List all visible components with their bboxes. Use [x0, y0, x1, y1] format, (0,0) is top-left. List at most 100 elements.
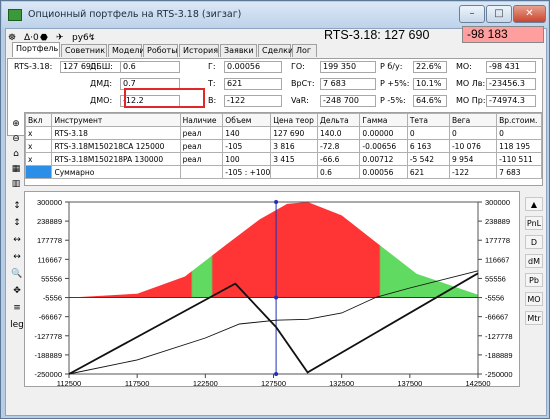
- left-tool-bottom-0[interactable]: ↕: [10, 201, 24, 211]
- left-tool-top-1[interactable]: ⊖: [10, 134, 22, 144]
- y-tick-label-right: -250000: [485, 370, 513, 379]
- maximize-button[interactable]: □: [486, 5, 512, 23]
- table-cell: 118 195: [496, 139, 542, 153]
- table-cell: 621: [406, 165, 450, 179]
- left-tool-top-2[interactable]: ⌂: [10, 149, 22, 159]
- right-button-3[interactable]: dM: [525, 254, 543, 268]
- tab-0[interactable]: Портфель: [12, 42, 60, 57]
- col-header-3[interactable]: Объем: [222, 113, 272, 127]
- left-toolbar-top: ⊕ ⊖ ⌂ ▦ ▥: [7, 119, 24, 189]
- field-label-9: P б/у:: [380, 62, 403, 71]
- table-row[interactable]: x RTS-3.18M150218CA 125000 реал -105 3 816 -7…: [24, 139, 542, 153]
- right-button-5[interactable]: MO: [525, 292, 543, 306]
- table-cell: реал: [179, 139, 224, 153]
- app-window: Опционный портфель на RTS-3.18 (зигзаг) …: [0, 0, 550, 419]
- table-row[interactable]: x RTS-3.18 реал 140 127 690 140.0 0.00000 0 0 0: [24, 126, 542, 140]
- right-button-2[interactable]: D: [525, 235, 543, 249]
- x-tick-label: 132500: [329, 379, 354, 388]
- minimize-button[interactable]: –: [459, 5, 485, 23]
- table-cell: x: [24, 152, 53, 166]
- table-cell: 3 816: [270, 139, 319, 153]
- highlight-box: [124, 88, 205, 108]
- instrument-price: RTS-3.18: 127 690: [324, 28, 430, 42]
- left-tool-bottom-7[interactable]: leg: [10, 320, 24, 330]
- y-tick-label-left: 55556: [41, 274, 62, 283]
- field-value-14: -74974.3: [486, 95, 536, 107]
- table-cell: 6 163: [406, 139, 450, 153]
- table-cell: -0.00656: [359, 139, 408, 153]
- close-button[interactable]: ✕: [513, 5, 546, 23]
- right-button-4[interactable]: Pb: [525, 273, 543, 287]
- field-label-11: P -5%:: [380, 96, 406, 105]
- app-icon: [8, 9, 22, 21]
- table-row[interactable]: x RTS-3.18M150218PA 130000 реал 100 3 415 -66…: [24, 152, 542, 166]
- y-tick-label-right: 300000: [485, 198, 510, 207]
- table-cell: RTS-3.18M150218PA 130000: [51, 152, 181, 166]
- table-cell: 0: [496, 126, 542, 140]
- tab-1[interactable]: Советник: [61, 44, 107, 57]
- toolbar-item-4[interactable]: ру6: [72, 31, 89, 45]
- col-header-6[interactable]: Гамма: [359, 113, 408, 127]
- field-value-12: -98 431: [486, 61, 536, 73]
- y-tick-label-right: 238889: [485, 217, 510, 226]
- tab-3[interactable]: Роботы: [143, 44, 178, 57]
- col-header-0[interactable]: Вкл: [24, 113, 53, 127]
- y-tick-label-left: -66667: [39, 313, 62, 322]
- field-label-5: В:: [208, 96, 217, 105]
- y-tick-label-left: -250000: [34, 370, 62, 379]
- crosshair-marker: [274, 372, 279, 376]
- field-label-2: ДМО:: [90, 96, 113, 105]
- left-tool-top-0[interactable]: ⊕: [10, 119, 22, 129]
- tab-6[interactable]: Сделки: [258, 44, 293, 57]
- tab-5[interactable]: Заявки: [220, 44, 257, 57]
- tab-7[interactable]: Лог: [292, 44, 317, 57]
- col-header-8[interactable]: Вега: [448, 113, 498, 127]
- underlying-label: RTS-3.18:: [14, 62, 53, 71]
- field-value-8: -248 700: [320, 95, 376, 107]
- table-row[interactable]: Суммарно -105 : +100 0.6 0.00056 621 -122 7 68…: [24, 165, 542, 179]
- right-button-0[interactable]: ▲: [525, 197, 543, 211]
- field-label-12: МО:: [456, 62, 472, 71]
- tab-2[interactable]: Модели: [108, 44, 145, 57]
- left-tool-bottom-6[interactable]: ≡: [10, 303, 24, 313]
- payoff-chart: 300000 300000 238889 238889 177778 177778 1166…: [24, 191, 520, 388]
- y-tick-label-left: 116667: [38, 255, 62, 264]
- left-tool-bottom-5[interactable]: ✥: [10, 286, 24, 296]
- table-cell: -72.8: [317, 139, 361, 153]
- table-cell: 0.00712: [359, 152, 408, 166]
- table-cell: [270, 165, 319, 179]
- right-button-1[interactable]: PnL: [525, 216, 543, 230]
- window-title: Опционный портфель на RTS-3.18 (зигзаг): [28, 9, 242, 20]
- col-header-4[interactable]: Цена теор: [270, 113, 319, 127]
- col-header-1[interactable]: Инструмент: [51, 113, 181, 127]
- x-tick-label: 137500: [397, 379, 422, 388]
- left-tool-bottom-4[interactable]: 🔍: [10, 269, 24, 279]
- tab-4[interactable]: История: [179, 44, 219, 57]
- chart-svg: 300000 300000 238889 238889 177778 177778 1166…: [34, 198, 513, 388]
- left-toolbar-bottom: ↕ ↕ ↔ ↔ 🔍 ✥ ≡ leg: [7, 201, 24, 341]
- y-tick-label-right: 55556: [485, 274, 506, 283]
- table-cell: 0: [448, 126, 498, 140]
- left-tool-bottom-3[interactable]: ↔: [10, 252, 24, 262]
- crosshair-marker: [274, 295, 279, 300]
- y-tick-label-left: 238889: [37, 217, 62, 226]
- table-cell: 3 415: [270, 152, 319, 166]
- col-header-5[interactable]: Дельта: [317, 113, 361, 127]
- field-value-0: 0.6: [120, 61, 180, 73]
- field-value-6: 199 350: [320, 61, 376, 73]
- left-tool-bottom-1[interactable]: ↕: [10, 218, 24, 228]
- table-cell: -66.6: [317, 152, 361, 166]
- toolbar-item-5[interactable]: ↯: [88, 31, 96, 45]
- table-cell: 0: [406, 126, 450, 140]
- table-cell: 0.6: [317, 165, 361, 179]
- left-tool-top-3[interactable]: ▦: [10, 164, 22, 174]
- left-tool-bottom-2[interactable]: ↔: [10, 235, 24, 245]
- col-header-2[interactable]: Наличие: [179, 113, 224, 127]
- right-button-6[interactable]: Mtr: [525, 311, 543, 325]
- col-header-7[interactable]: Тета: [406, 113, 450, 127]
- table-cell: [179, 165, 224, 179]
- left-tool-top-4[interactable]: ▥: [10, 179, 22, 189]
- table-cell: 140.0: [317, 126, 361, 140]
- table-cell: RTS-3.18: [51, 126, 181, 140]
- col-header-9[interactable]: Вр.стоим.: [496, 113, 542, 127]
